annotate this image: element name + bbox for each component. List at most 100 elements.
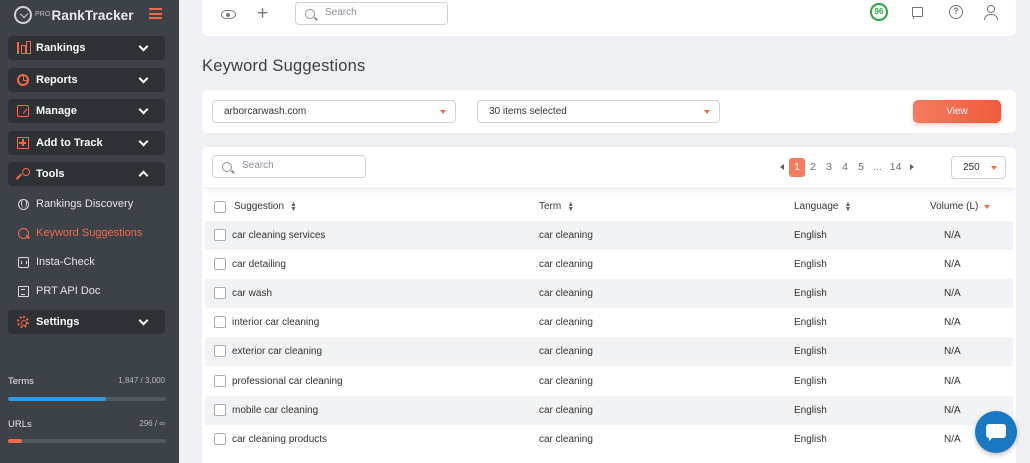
table-row[interactable]: professional car cleaning car cleaning Eng… [205,367,1013,396]
nav-group-label: Add to Track [36,137,103,149]
term-cell: car cleaning [539,317,593,329]
suggestions-table: 1 2 3 4 5 ... 14 250 Suggestion ▲▼ Term ▲▼… [202,147,1016,463]
nav-group-settings[interactable]: Settings [8,310,165,334]
nav-group-reports[interactable]: Reports [8,68,165,92]
column-label: Volume (L) [930,201,979,212]
table-search[interactable] [212,155,366,178]
sidebar-item-rankings-discovery[interactable]: Rankings Discovery [18,198,133,210]
table-row[interactable]: car cleaning services car cleaning English… [205,221,1013,250]
chat-bubble-icon [986,424,1006,441]
nav-group-tools[interactable]: Tools [8,162,165,186]
column-label: Term [539,201,562,212]
term-cell: car cleaning [539,375,593,387]
table-row[interactable]: interior car cleaning car cleaning English… [205,308,1013,337]
column-label: Language [794,201,839,212]
row-checkbox[interactable] [214,316,226,329]
language-cell: English [794,433,827,445]
nav-group-label: Rankings [36,42,86,54]
help-icon[interactable]: ? [949,5,963,19]
global-search-input[interactable] [325,7,435,18]
pie-chart-icon [17,74,29,86]
gear-icon [17,316,29,328]
language-cell: English [794,375,827,387]
row-checkbox[interactable] [214,374,226,387]
items-select[interactable]: 30 items selected [477,100,720,123]
plus-icon[interactable]: + [257,4,268,23]
column-term[interactable]: Term ▲ ▼ [539,201,574,213]
page-number[interactable]: 2 [805,161,821,173]
column-suggestion[interactable]: Suggestion ▲ ▼ [234,201,297,213]
table-row[interactable]: car cleaning products car cleaning English… [205,425,1013,454]
sidebar: PRORankTracker Rankings Reports Manage A… [0,0,179,463]
terms-usage-fill [8,397,106,401]
volume-cell: N/A [944,404,961,416]
global-search[interactable] [295,2,448,25]
keyword-search-icon [18,227,29,239]
page-number[interactable]: 1 [789,157,805,177]
urls-usage-bar [8,439,166,443]
filter-bar: arborcarwash.com 30 items selected View [202,90,1016,133]
row-checkbox[interactable] [214,229,226,241]
caret-down-icon [440,110,446,114]
domain-select[interactable]: arborcarwash.com [212,100,456,123]
table-row[interactable]: exterior car cleaning car cleaning English… [205,337,1013,367]
sidebar-item-insta-check[interactable]: Insta-Check [18,256,95,268]
sidebar-item-label: PRT API Doc [36,285,101,297]
column-language[interactable]: Language ▲ ▼ [794,201,851,213]
row-checkbox[interactable] [214,287,226,300]
chat-button[interactable] [975,411,1017,453]
table-row[interactable]: car detailing car cleaning English N/A [205,250,1013,279]
volume-cell: N/A [944,317,961,329]
user-icon[interactable] [984,5,998,20]
column-label: Suggestion [234,201,285,212]
page-number[interactable]: 14 [886,161,906,173]
row-checkbox[interactable] [214,432,226,445]
table-row[interactable]: car wash car cleaning English N/A [205,279,1013,309]
language-cell: English [794,317,827,329]
feedback-icon[interactable] [912,7,923,19]
per-page-value: 250 [963,162,980,173]
page-ellipsis: ... [873,161,882,173]
term-cell: car cleaning [539,259,593,271]
language-cell: English [794,288,827,300]
brand[interactable]: PRORankTracker [0,0,179,30]
nav-group-label: Settings [36,316,80,328]
language-cell: English [794,346,827,358]
nav-group-add-to-track[interactable]: Add to Track [8,131,165,155]
top-bar: + 96 ? [202,0,1016,36]
column-volume[interactable]: Volume (L) [930,201,991,212]
volume-cell: N/A [944,230,961,241]
table-search-input[interactable] [242,160,352,171]
per-page-select[interactable]: 250 [951,156,1006,179]
tools-icon [17,168,30,180]
row-checkbox[interactable] [214,345,226,358]
suggestion-cell: car detailing [232,259,286,271]
items-select-value: 30 items selected [489,106,567,117]
row-checkbox[interactable] [214,258,226,271]
sidebar-item-label: Keyword Suggestions [36,227,143,239]
sidebar-item-keyword-suggestions[interactable]: Keyword Suggestions [18,227,142,239]
urls-usage-value: 296 / ∞ [139,419,165,428]
suggestion-cell: car wash [232,288,273,300]
page-number[interactable]: 5 [853,161,869,173]
sidebar-item-prt-api-doc[interactable]: PRT API Doc [18,285,100,297]
page-number[interactable]: 4 [837,161,853,173]
suggestion-cell: professional car cleaning [232,375,343,387]
prev-page-icon[interactable] [780,164,784,170]
score-badge[interactable]: 96 [870,3,888,21]
view-button[interactable]: View [913,100,1001,123]
nav-group-rankings[interactable]: Rankings [8,36,165,60]
table-row[interactable]: mobile car cleaning car cleaning English N/… [205,395,1013,425]
term-cell: car cleaning [539,288,593,300]
hamburger-menu-icon[interactable] [149,8,162,19]
row-checkbox[interactable] [214,403,226,416]
search-icon [222,162,232,172]
next-page-icon[interactable] [910,164,915,170]
select-all-checkbox[interactable] [214,201,226,213]
suggestion-cell: car cleaning services [232,230,326,241]
page-number[interactable]: 3 [821,161,837,173]
eye-icon[interactable] [221,10,236,19]
volume-cell: N/A [944,288,961,300]
nav-group-manage[interactable]: Manage [8,99,165,123]
caret-down-icon [991,166,997,170]
